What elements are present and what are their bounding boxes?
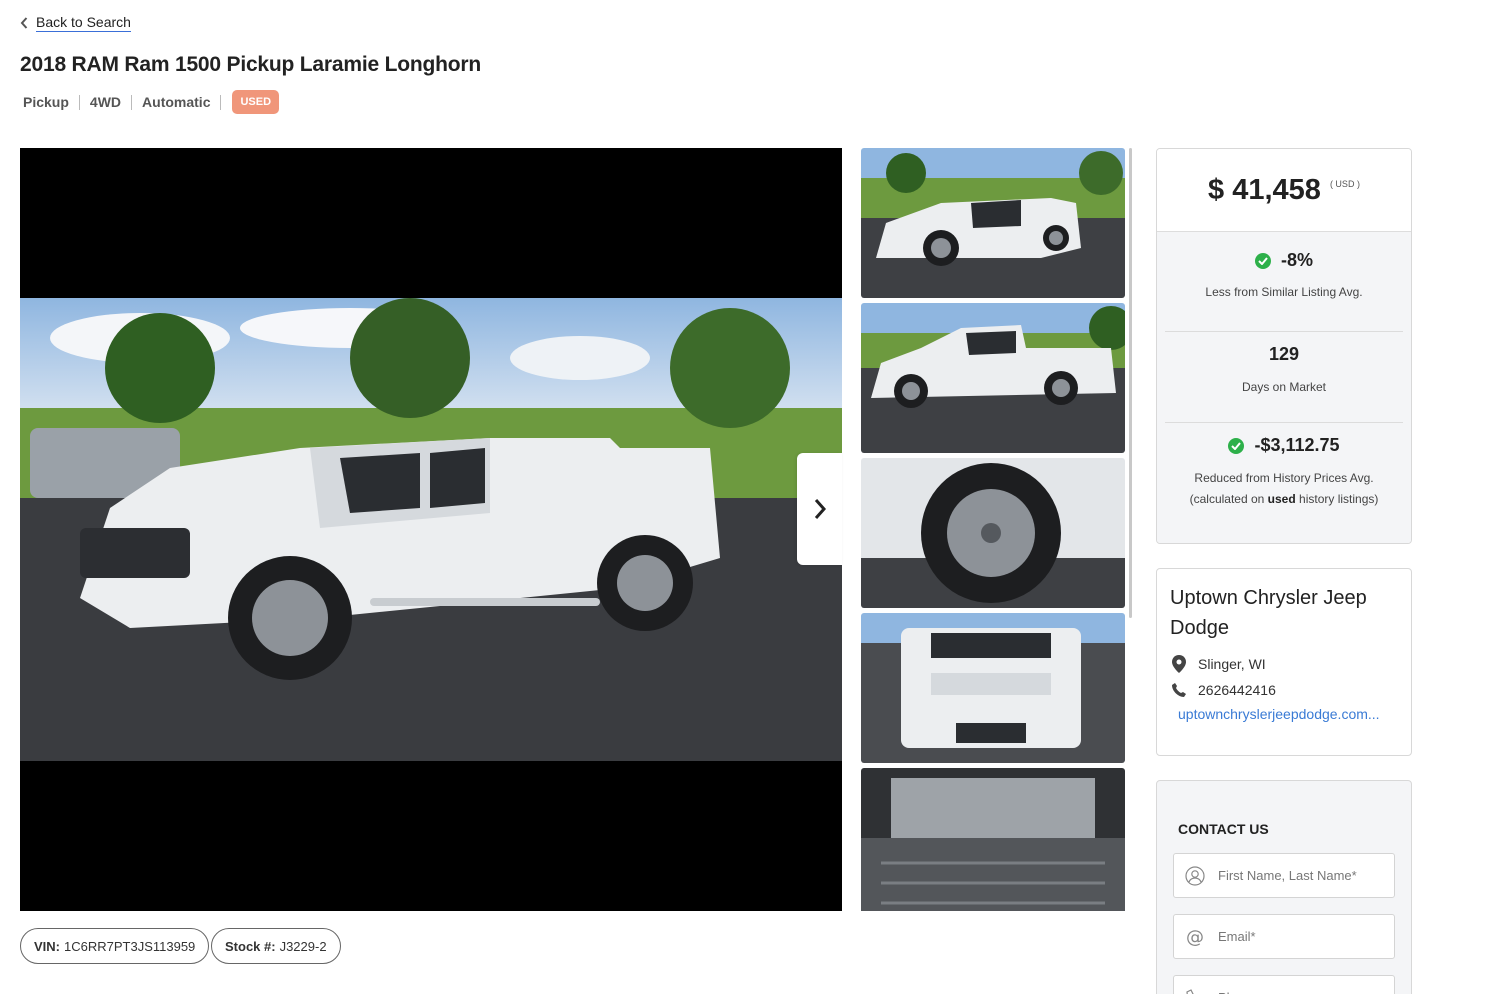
name-input[interactable] xyxy=(1218,868,1378,883)
dealer-location-text: Slinger, WI xyxy=(1198,656,1266,672)
stat-days-on-market: 129 Days on Market xyxy=(1165,332,1403,423)
back-to-search-link[interactable]: Back to Search xyxy=(20,14,131,32)
thumbnail-4[interactable] xyxy=(861,613,1125,763)
phone-icon xyxy=(1186,988,1194,994)
stock-value: J3229-2 xyxy=(279,938,327,954)
back-to-search-label: Back to Search xyxy=(36,14,131,32)
thumbnail-image xyxy=(861,768,1125,911)
thumbnail-strip xyxy=(861,148,1125,911)
chevron-right-icon xyxy=(814,499,826,519)
at-sign-icon: @ xyxy=(1186,927,1204,947)
email-input[interactable] xyxy=(1218,929,1378,944)
note-prefix: (calculated on xyxy=(1189,492,1265,506)
divider xyxy=(220,94,222,110)
main-vehicle-photo[interactable] xyxy=(20,148,842,911)
divider xyxy=(131,94,133,110)
thumbnail-3[interactable] xyxy=(861,458,1125,608)
price-value: $ 41,458 xyxy=(1208,173,1321,206)
dealer-phone-text: 2626442416 xyxy=(1198,682,1276,698)
contact-form: CONTACT US @ xyxy=(1156,780,1412,994)
vin-value: 1C6RR7PT3JS113959 xyxy=(64,938,196,954)
dealer-name: Uptown Chrysler Jeep Dodge xyxy=(1170,587,1367,639)
stat-similar-label: Less from Similar Listing Avg. xyxy=(1205,285,1363,299)
chevron-left-icon xyxy=(20,17,28,29)
spec-drivetrain: 4WD xyxy=(89,94,122,110)
map-pin-icon xyxy=(1172,655,1186,673)
thumbnail-2[interactable] xyxy=(861,303,1125,453)
stat-similar-listing: -8% Less from Similar Listing Avg. xyxy=(1165,232,1403,332)
thumbnail-scrollbar[interactable] xyxy=(1129,148,1132,618)
price-stats: -8% Less from Similar Listing Avg. 129 D… xyxy=(1157,232,1411,543)
next-photo-button[interactable] xyxy=(797,453,842,565)
email-field[interactable]: @ xyxy=(1173,914,1395,959)
dealer-website-link[interactable]: uptownchryslerjeepdodge.com... xyxy=(1170,706,1385,722)
name-field[interactable] xyxy=(1173,853,1395,898)
vin-pill: VIN: 1C6RR7PT3JS113959 xyxy=(20,928,210,964)
check-circle-icon xyxy=(1228,437,1245,454)
spec-body-type: Pickup xyxy=(23,94,69,110)
thumbnail-image xyxy=(861,613,1125,763)
phone-input[interactable] xyxy=(1218,990,1378,994)
dealer-phone[interactable]: 2626442416 xyxy=(1170,682,1398,698)
stat-history-note: (calculated on used history listings) xyxy=(1165,489,1403,510)
thumbnail-image xyxy=(861,148,1125,298)
note-suffix: history listings) xyxy=(1299,492,1379,506)
thumbnail-image xyxy=(861,303,1125,453)
thumbnail-image xyxy=(861,458,1125,608)
contact-title: CONTACT US xyxy=(1178,821,1269,837)
note-bold: used xyxy=(1267,492,1296,506)
thumbnail-1[interactable] xyxy=(861,148,1125,298)
svg-text:@: @ xyxy=(1186,927,1204,947)
stat-history-value: -$3,112.75 xyxy=(1254,435,1340,455)
condition-badge: USED xyxy=(232,90,280,114)
stat-days-value: 129 xyxy=(1268,344,1300,364)
divider xyxy=(78,94,80,110)
price-card: $ 41,458 ( USD ) -8% Less from Similar L… xyxy=(1156,148,1412,544)
spec-list: Pickup 4WD Automatic USED xyxy=(23,90,280,114)
price-header: $ 41,458 ( USD ) xyxy=(1157,149,1411,232)
thumbnail-5[interactable] xyxy=(861,768,1125,911)
stat-history-label: Reduced from History Prices Avg. xyxy=(1194,471,1374,485)
stat-days-label: Days on Market xyxy=(1241,380,1327,394)
stock-label: Stock #: xyxy=(225,938,276,954)
stat-similar-value: -8% xyxy=(1280,250,1313,270)
stat-history-price: -$3,112.75 Reduced from History Prices A… xyxy=(1165,423,1403,543)
page-title: 2018 RAM Ram 1500 Pickup Laramie Longhor… xyxy=(20,53,481,76)
user-icon xyxy=(1185,865,1205,886)
stock-pill: Stock #: J3229-2 xyxy=(211,928,341,964)
phone-icon xyxy=(1172,683,1186,697)
spec-transmission: Automatic xyxy=(142,94,211,110)
truck-photo-image xyxy=(20,298,842,761)
price-currency: ( USD ) xyxy=(1329,179,1360,189)
phone-field[interactable] xyxy=(1173,975,1395,994)
check-circle-icon xyxy=(1254,252,1271,269)
dealer-location: Slinger, WI xyxy=(1170,655,1398,673)
vin-label: VIN: xyxy=(34,938,60,954)
dealer-card: Uptown Chrysler Jeep Dodge Slinger, WI 2… xyxy=(1156,568,1412,756)
